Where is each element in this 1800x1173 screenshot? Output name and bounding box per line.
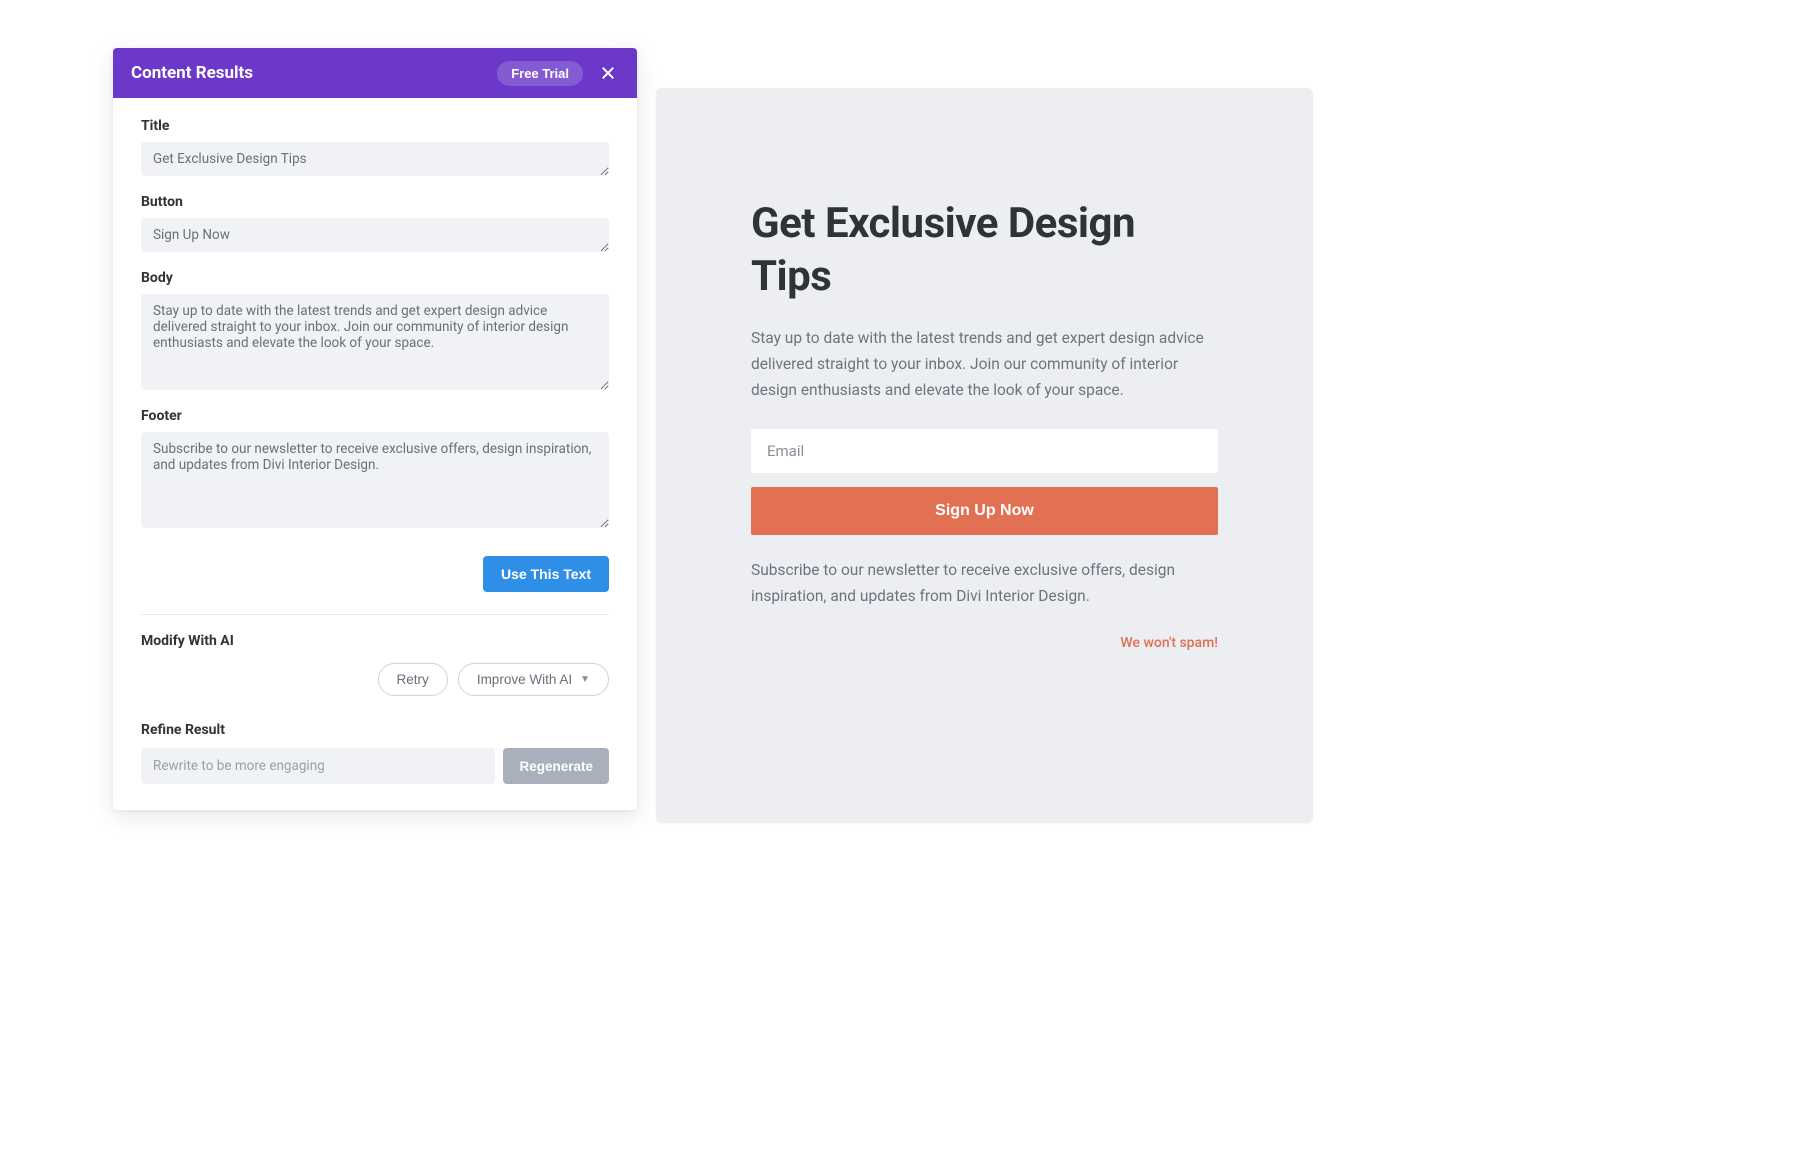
signup-preview: Get Exclusive Design Tips Stay up to dat… — [656, 88, 1313, 823]
button-text-field[interactable] — [141, 218, 609, 252]
preview-footer: Subscribe to our newsletter to receive e… — [751, 557, 1218, 609]
free-trial-button[interactable]: Free Trial — [497, 61, 583, 86]
improve-with-ai-button[interactable]: Improve With AI ▼ — [458, 663, 609, 696]
signup-button[interactable]: Sign Up Now — [751, 487, 1218, 535]
panel-header: Content Results Free Trial — [113, 48, 637, 98]
content-results-panel: Content Results Free Trial Title Button … — [113, 48, 637, 810]
regenerate-button[interactable]: Regenerate — [503, 748, 609, 784]
button-label: Button — [141, 194, 609, 210]
use-this-text-button[interactable]: Use This Text — [483, 556, 609, 592]
preview-title: Get Exclusive Design Tips — [751, 198, 1218, 303]
modify-row: Retry Improve With AI ▼ — [141, 663, 609, 696]
refine-row: Regenerate — [141, 748, 609, 784]
body-label: Body — [141, 270, 609, 286]
retry-button[interactable]: Retry — [378, 663, 448, 696]
title-label: Title — [141, 118, 609, 134]
refine-input[interactable] — [141, 748, 495, 784]
footer-label: Footer — [141, 408, 609, 424]
refine-label: Refine Result — [141, 722, 609, 738]
title-field[interactable] — [141, 142, 609, 176]
improve-with-ai-label: Improve With AI — [477, 672, 572, 687]
footer-field[interactable] — [141, 432, 609, 528]
email-field[interactable] — [751, 429, 1218, 473]
body-field[interactable] — [141, 294, 609, 390]
chevron-down-icon: ▼ — [580, 674, 590, 685]
close-icon[interactable] — [597, 62, 619, 84]
spam-notice: We won't spam! — [751, 635, 1218, 651]
preview-body: Stay up to date with the latest trends a… — [751, 325, 1218, 403]
use-text-row: Use This Text — [141, 556, 609, 615]
modify-label: Modify With AI — [141, 633, 609, 649]
panel-title: Content Results — [131, 63, 497, 83]
panel-body: Title Button Body Footer Use This Text M… — [113, 98, 637, 810]
